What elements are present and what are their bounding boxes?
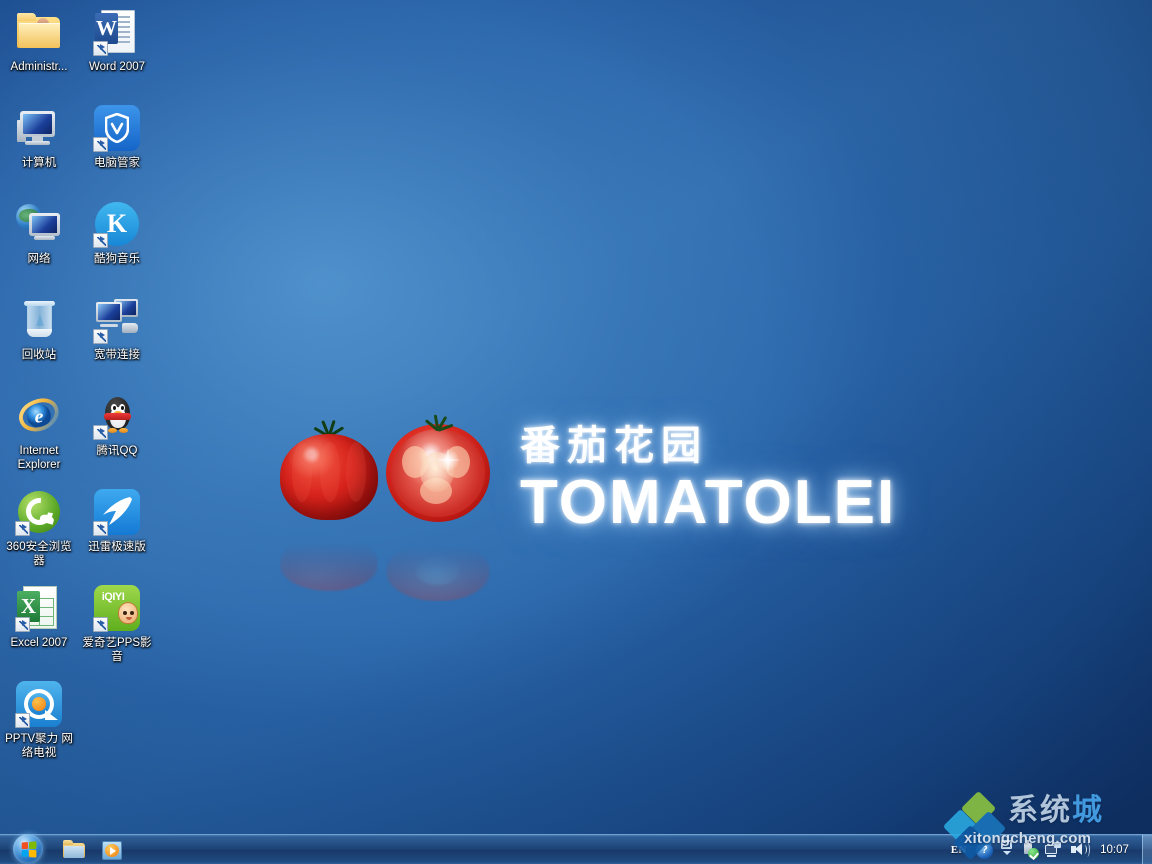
iqiyi-pps-icon: iQIYI: [93, 584, 141, 632]
internet-explorer-icon: e: [15, 392, 63, 440]
icon-row: 网络 K 酷狗音乐: [0, 196, 160, 292]
desktop-icon-recycle-bin[interactable]: 回收站: [0, 292, 78, 388]
desktop-icon-broadband-connection[interactable]: 宽带连接: [78, 292, 156, 388]
shortcut-overlay-icon: [93, 521, 108, 536]
icon-row: 计算机 电脑管家: [0, 100, 160, 196]
icon-label: PPTV聚力 网络电视: [5, 733, 73, 759]
qq-penguin-icon: [93, 392, 141, 440]
icon-row: 回收站 宽带连接: [0, 292, 160, 388]
icon-label: Internet Explorer: [17, 445, 61, 471]
logo-english-text: TOMATOLEI: [520, 468, 897, 537]
shortcut-overlay-icon: [93, 329, 108, 344]
icon-row: 360安全浏览器 迅雷极速版: [0, 484, 160, 580]
desktop-icon-excel-2007[interactable]: X Excel 2007: [0, 580, 78, 676]
shortcut-overlay-icon: [15, 617, 30, 632]
shortcut-overlay-icon: [93, 137, 108, 152]
tomatolei-logo: 番茄花园 TOMATOLEI: [272, 408, 952, 602]
desktop-icon-internet-explorer[interactable]: e Internet Explorer: [0, 388, 78, 484]
desktop-icon-computer[interactable]: 计算机: [0, 100, 78, 196]
icon-row: PPTV聚力 网络电视: [0, 676, 160, 772]
icon-label: 酷狗音乐: [94, 253, 140, 265]
network-status-icon[interactable]: [1044, 840, 1064, 860]
desktop-wallpaper[interactable]: 番茄花园 TOMATOLEI Administr... W Word 2007 …: [0, 0, 1152, 834]
logo-text-block: 番茄花园 TOMATOLEI: [520, 424, 940, 536]
tomato-sliced-reflection: [386, 540, 490, 602]
shortcut-overlay-icon: [15, 713, 30, 728]
desktop-icon-iqiyi-pps[interactable]: iQIYI 爱奇艺PPS影音: [78, 580, 156, 676]
network-globe-icon: [15, 200, 63, 248]
shortcut-overlay-icon: [93, 425, 108, 440]
excel-spreadsheet-icon: X: [15, 584, 63, 632]
desktop-icon-grid: Administr... W Word 2007 计算机 电脑管家 网络 K 酷…: [0, 4, 160, 772]
icon-label: 迅雷极速版: [88, 541, 146, 553]
clock[interactable]: 10:07: [1092, 844, 1140, 857]
xunlei-hummingbird-icon: [93, 488, 141, 536]
icon-label: 爱奇艺PPS影音: [82, 637, 152, 663]
icon-label: Word 2007: [88, 61, 146, 73]
shortcut-overlay-icon: [93, 617, 108, 632]
icon-label: Administr...: [10, 61, 68, 73]
desktop-icon-kugou-music[interactable]: K 酷狗音乐: [78, 196, 156, 292]
recycle-bin-icon: [15, 296, 63, 344]
icon-row: Administr... W Word 2007: [0, 4, 160, 100]
user-folder-icon: [15, 8, 63, 56]
computer-icon: [15, 104, 63, 152]
desktop-icon-pptv[interactable]: PPTV聚力 网络电视: [0, 676, 78, 772]
help-icon[interactable]: ?: [976, 841, 993, 859]
shortcut-overlay-icon: [15, 521, 30, 536]
shortcut-overlay-icon: [93, 41, 108, 56]
svg-text:e: e: [35, 406, 44, 427]
taskbar[interactable]: EN ? 10:07: [0, 834, 1152, 864]
tomato-whole-icon: [280, 419, 378, 520]
desktop-icon-word-2007[interactable]: W Word 2007: [78, 4, 156, 100]
icon-label: 360安全浏览器: [6, 541, 72, 567]
icon-label: 计算机: [21, 157, 57, 169]
tomato-sliced-icon: [386, 414, 490, 522]
shortcut-overlay-icon: [93, 233, 108, 248]
system-tray: EN ? 10:07: [948, 835, 1152, 864]
quick-launch-bar: [62, 837, 124, 863]
icon-row: X Excel 2007 iQIYI 爱奇艺PPS影音: [0, 580, 160, 676]
usb-safely-remove-icon[interactable]: [1019, 840, 1039, 860]
icon-label: 网络: [27, 253, 51, 265]
desktop-icon-pc-manager[interactable]: 电脑管家: [78, 100, 156, 196]
taskbar-media-player-button[interactable]: [100, 838, 124, 862]
icon-label: 回收站: [21, 349, 57, 361]
pptv-icon: [15, 680, 63, 728]
icon-label: 电脑管家: [94, 157, 140, 169]
broadband-connection-icon: [93, 296, 141, 344]
tomato-whole-reflection: [280, 537, 378, 594]
icon-label: 宽带连接: [94, 349, 140, 361]
logo-chinese-text: 番茄花园: [520, 423, 708, 469]
start-button[interactable]: [2, 833, 54, 864]
desktop-icon-administrator[interactable]: Administr...: [0, 4, 78, 100]
show-desktop-button[interactable]: [1142, 835, 1152, 864]
desktop-icon-network[interactable]: 网络: [0, 196, 78, 292]
language-indicator[interactable]: EN: [948, 844, 970, 856]
icon-label: Excel 2007: [10, 637, 68, 649]
desktop-icon-360-browser[interactable]: 360安全浏览器: [0, 484, 78, 580]
icon-row: e Internet Explorer 腾讯QQ: [0, 388, 160, 484]
shield-icon: [93, 104, 141, 152]
taskbar-windows-explorer-button[interactable]: [62, 838, 86, 862]
icon-label: 腾讯QQ: [96, 445, 138, 457]
show-hidden-icons-button[interactable]: [999, 838, 1014, 862]
360-safe-browser-icon: [15, 488, 63, 536]
word-document-icon: W: [93, 8, 141, 56]
windows-logo-icon: [21, 840, 36, 858]
kugou-music-icon: K: [93, 200, 141, 248]
desktop-icon-tencent-qq[interactable]: 腾讯QQ: [78, 388, 156, 484]
desktop-icon-xunlei[interactable]: 迅雷极速版: [78, 484, 156, 580]
volume-icon[interactable]: [1069, 840, 1090, 860]
